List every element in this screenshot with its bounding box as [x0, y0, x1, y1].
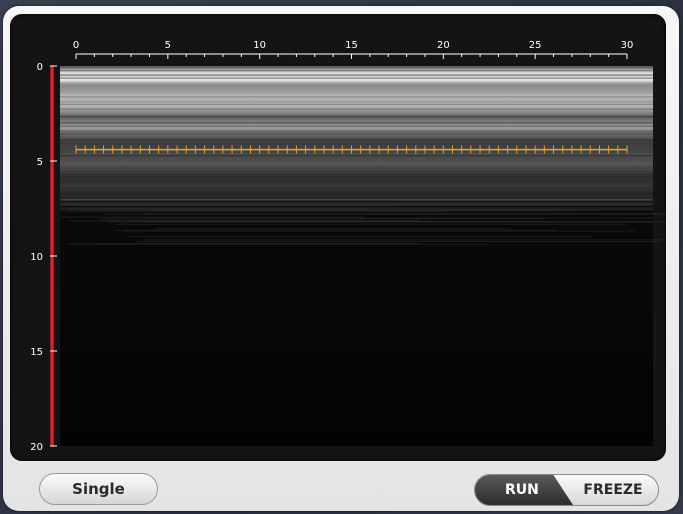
speckle-line — [60, 169, 653, 170]
speckle-line — [60, 177, 653, 179]
speckle-line — [60, 130, 653, 133]
time-tick-label: 15 — [345, 40, 358, 51]
depth-axis: 0 5 10 15 20 — [30, 62, 57, 453]
speckle-line — [60, 144, 653, 146]
time-tick-label: 0 — [73, 40, 79, 51]
speckle-line — [60, 160, 653, 163]
speckle-line — [148, 217, 654, 219]
speckle-line — [60, 142, 653, 144]
speckle-line — [60, 173, 653, 174]
speckle-line — [60, 108, 653, 110]
speckle-line — [60, 125, 653, 127]
speckle-line — [60, 203, 653, 206]
speckle-line — [60, 96, 653, 98]
speckle-line — [95, 243, 419, 245]
speckle-line — [60, 73, 653, 76]
time-tick-label: 10 — [253, 40, 266, 51]
speckle-line — [60, 101, 653, 103]
speckle-line — [60, 147, 653, 150]
speckle-line — [60, 187, 653, 189]
time-tick-label: 25 — [529, 40, 542, 51]
time-axis-ticks: 0 5 10 15 20 25 30 — [73, 40, 634, 59]
speckle-line — [108, 221, 666, 223]
speckle-line — [60, 82, 653, 84]
speckle-line — [60, 199, 653, 201]
speckle-line — [60, 140, 653, 143]
mmode-display[interactable]: 0 5 10 15 20 25 30 0 5 10 15 20 — [10, 14, 666, 461]
speckle-line — [126, 236, 593, 238]
speckle-line — [81, 208, 556, 210]
app-window: 0 5 10 15 20 25 30 0 5 10 15 20 Single RUN FREEZE — [0, 0, 683, 514]
speckle-line — [67, 210, 447, 212]
speckle-line — [60, 67, 653, 69]
speckle-line — [60, 188, 653, 190]
speckle-line — [137, 240, 660, 242]
depth-tick-label: 15 — [30, 347, 43, 358]
device-panel: 0 5 10 15 20 25 30 0 5 10 15 20 Single RUN FREEZE — [3, 6, 679, 511]
speckle-line — [60, 156, 653, 159]
speckle-line — [60, 97, 653, 100]
speckle-line — [140, 213, 666, 215]
depth-tick-label: 20 — [30, 442, 43, 453]
speckle-line — [60, 117, 653, 120]
speckle-line — [60, 66, 653, 68]
speckle-line — [60, 122, 653, 123]
speckle-line — [60, 152, 653, 155]
speckle-line — [60, 77, 653, 80]
speckle-line — [60, 174, 653, 176]
depth-tick-label: 5 — [37, 157, 43, 168]
time-tick-label: 5 — [165, 40, 171, 51]
speckle-line — [60, 159, 653, 161]
speckle-line — [60, 112, 653, 115]
echo-image-layer — [60, 66, 666, 446]
speckle-line — [123, 230, 635, 232]
time-axis: 0 5 10 15 20 25 30 — [73, 40, 634, 59]
speckle-line — [60, 195, 653, 198]
time-tick-label: 30 — [621, 40, 634, 51]
single-button[interactable]: Single — [39, 473, 158, 505]
freeze-button[interactable]: FREEZE — [558, 475, 658, 505]
speckle-line — [60, 172, 653, 173]
speckle-line — [60, 133, 653, 135]
speckle-line — [60, 99, 653, 101]
time-tick-label: 20 — [437, 40, 450, 51]
speckle-line — [60, 69, 653, 72]
speckle-line — [60, 216, 363, 218]
speckle-line — [116, 223, 627, 225]
speckle-line — [60, 115, 653, 118]
mmode-image[interactable]: 0 5 10 15 20 25 30 0 5 10 15 20 — [10, 14, 666, 461]
run-freeze-toggle[interactable]: RUN FREEZE — [474, 474, 659, 506]
measurement-line[interactable] — [75, 145, 628, 154]
speckle-line — [60, 179, 653, 182]
speckle-line — [60, 150, 653, 152]
depth-tick-label: 0 — [37, 62, 43, 73]
speckle-line — [154, 228, 511, 230]
speckle-line — [69, 220, 438, 222]
depth-tick-label: 10 — [30, 252, 43, 263]
speckle-line — [60, 201, 653, 204]
speckle-line — [73, 205, 397, 207]
speckle-line — [60, 103, 653, 106]
speckle-line — [144, 239, 666, 241]
